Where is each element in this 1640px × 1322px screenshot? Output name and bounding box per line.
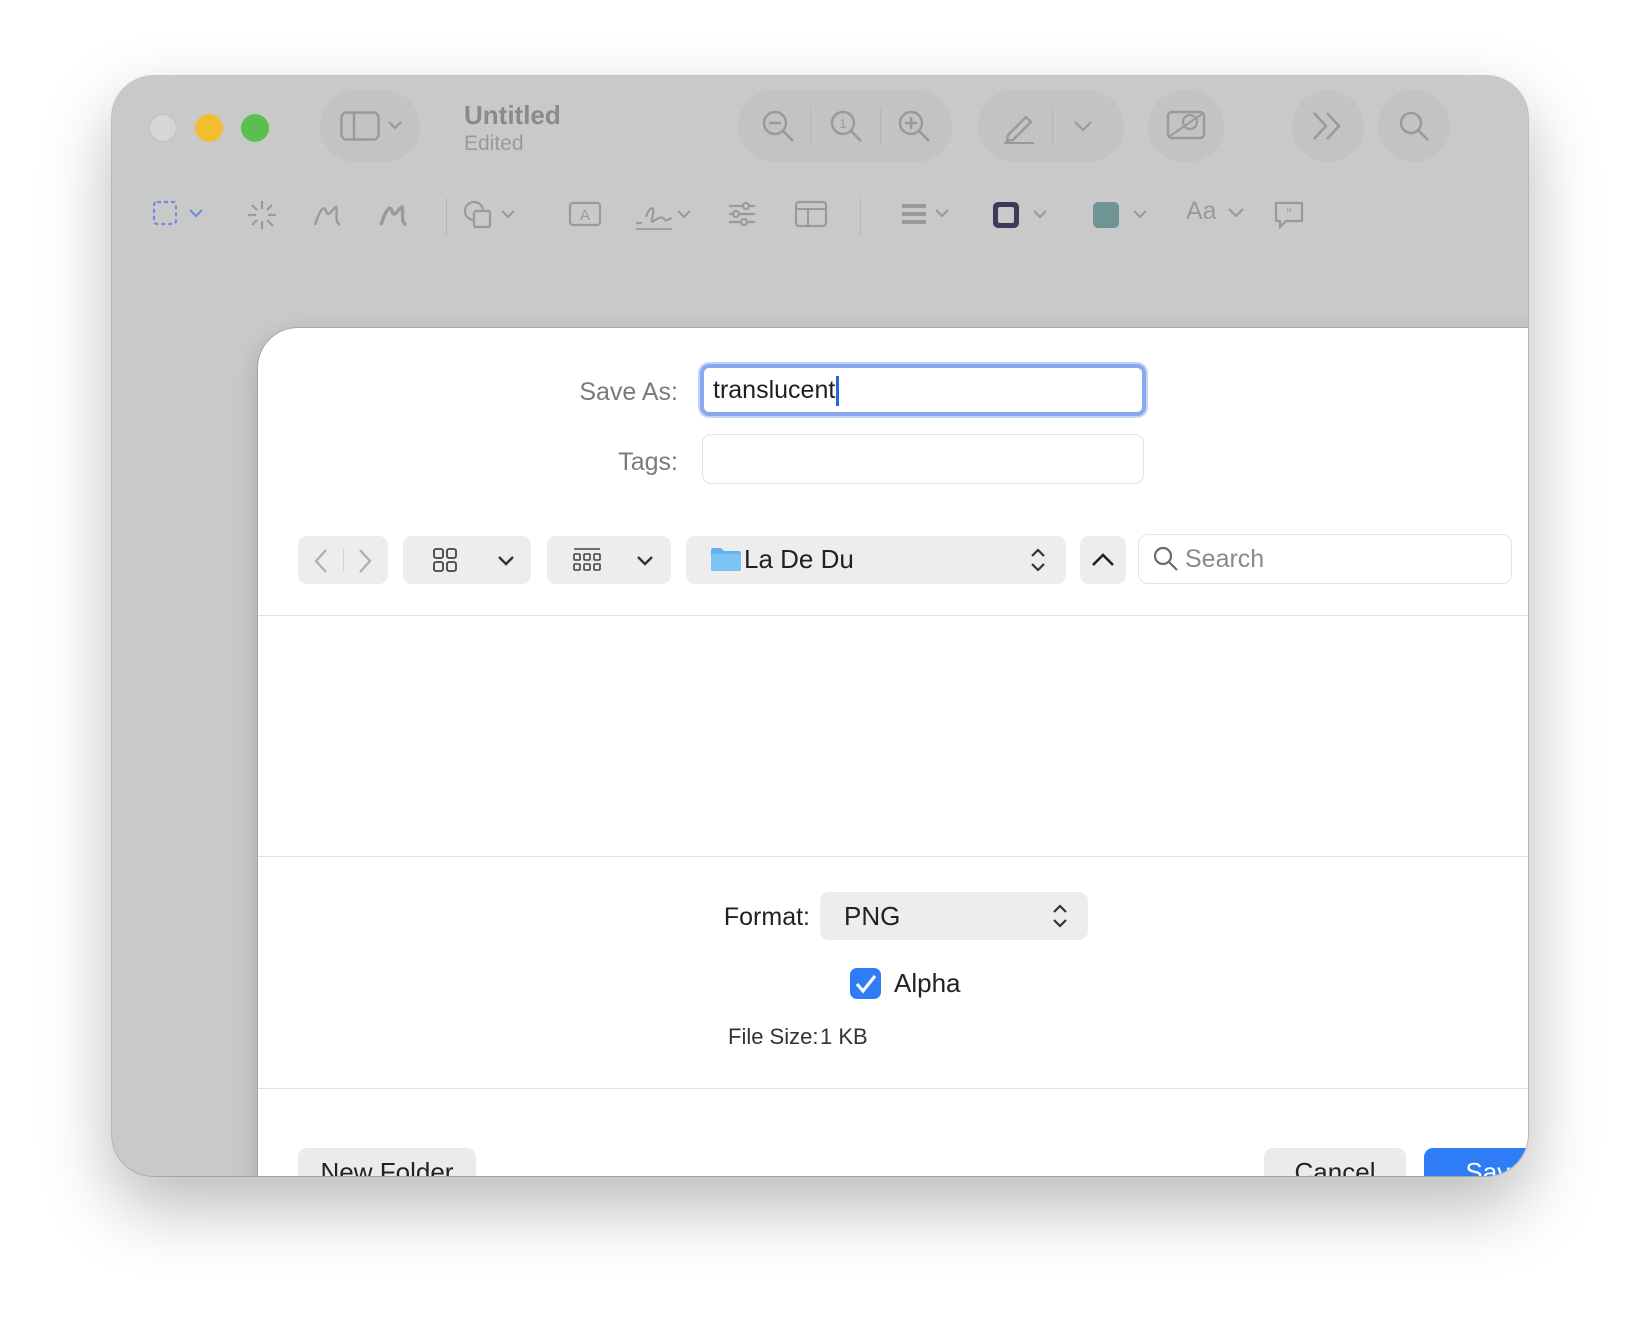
- icon-view-icon: [433, 548, 457, 572]
- rect-select-icon[interactable]: [152, 199, 210, 229]
- zoom-in-icon[interactable]: [896, 108, 932, 144]
- zoom-out-icon[interactable]: [760, 108, 796, 144]
- sidebar-toggle-button[interactable]: [320, 90, 420, 162]
- search-placeholder: Search: [1185, 545, 1265, 573]
- search-icon: [1153, 546, 1179, 572]
- crop-icon: [1166, 108, 1206, 142]
- collapse-button[interactable]: [1080, 536, 1126, 584]
- save-sheet: Save As: translucent Tags: La De Du Sear…: [258, 328, 1528, 1176]
- chevron-down-icon: [498, 555, 514, 566]
- location-label: La De Du: [744, 544, 854, 574]
- location-popup[interactable]: La De Du: [686, 536, 1066, 584]
- zoom-button[interactable]: [241, 114, 269, 142]
- search-icon: [1398, 110, 1430, 142]
- updown-chevron-icon: [1030, 547, 1046, 573]
- signature-icon[interactable]: [632, 199, 694, 233]
- search-button[interactable]: [1378, 90, 1450, 162]
- cancel-button[interactable]: Cancel: [1264, 1148, 1406, 1176]
- chevron-down-icon[interactable]: [1074, 120, 1092, 132]
- tags-label: Tags:: [618, 448, 678, 476]
- markup-toggle: [978, 90, 1124, 162]
- updown-chevron-icon: [1052, 903, 1068, 929]
- divider: [258, 1088, 1528, 1089]
- sketch-icon[interactable]: [312, 199, 344, 231]
- chevron-down-icon: [388, 120, 402, 130]
- svg-text:1: 1: [839, 116, 846, 131]
- title-bar: Untitled Edited 1 A Aa ": [112, 76, 1528, 252]
- window-title: Untitled: [464, 100, 561, 130]
- group-by-button[interactable]: [547, 536, 671, 584]
- format-label: Format:: [723, 903, 810, 931]
- minimize-button[interactable]: [195, 114, 223, 142]
- more-icon: [1310, 110, 1344, 142]
- adjust-color-icon[interactable]: [726, 199, 758, 229]
- group-icon: [573, 547, 601, 573]
- file-size-label: File Size:: [728, 1024, 819, 1049]
- file-size-value: 1 KB: [820, 1024, 868, 1049]
- markup-pen-icon[interactable]: [1000, 107, 1038, 145]
- more-button[interactable]: [1292, 90, 1364, 162]
- text-style-label: Aa: [1186, 197, 1217, 225]
- alpha-label: Alpha: [894, 968, 961, 998]
- back-icon[interactable]: [312, 548, 330, 574]
- file-browser-area[interactable]: [258, 616, 1528, 856]
- text-caret: [836, 376, 840, 407]
- text-style-icon[interactable]: Aa: [1186, 197, 1244, 226]
- draw-icon[interactable]: [378, 199, 410, 231]
- zoom-controls: 1: [738, 90, 952, 162]
- window-subtitle: Edited: [464, 132, 524, 155]
- search-field[interactable]: Search: [1138, 534, 1512, 584]
- border-color-icon[interactable]: [990, 199, 1052, 231]
- preview-window: Untitled Edited 1 A Aa " Save As: transl…: [112, 76, 1528, 1176]
- sidebar-icon: [340, 111, 380, 141]
- alpha-checkbox[interactable]: [850, 968, 881, 999]
- instant-alpha-icon[interactable]: [246, 199, 278, 231]
- page-layout-icon[interactable]: [794, 199, 828, 229]
- chevron-down-icon: [637, 555, 653, 566]
- fill-color-icon[interactable]: [1090, 199, 1152, 231]
- forward-icon[interactable]: [356, 548, 374, 574]
- crop-button[interactable]: [1148, 90, 1224, 162]
- back-forward-control: [298, 536, 388, 584]
- actual-size-icon[interactable]: 1: [828, 108, 864, 144]
- save-as-label: Save As:: [579, 378, 678, 406]
- folder-icon: [710, 546, 742, 572]
- format-value: PNG: [844, 901, 901, 931]
- new-folder-button[interactable]: New Folder: [298, 1148, 476, 1176]
- divider: [258, 856, 1528, 857]
- text-box-icon[interactable]: A: [568, 199, 602, 229]
- svg-text:A: A: [580, 207, 590, 224]
- shapes-icon[interactable]: [462, 199, 520, 231]
- save-as-value: translucent: [713, 376, 836, 404]
- format-popup[interactable]: PNG: [820, 892, 1088, 940]
- tags-field[interactable]: [702, 434, 1144, 484]
- note-icon[interactable]: ": [1272, 199, 1306, 231]
- view-mode-button[interactable]: [403, 536, 531, 584]
- line-style-icon[interactable]: [900, 199, 954, 229]
- svg-text:": ": [1287, 205, 1292, 221]
- save-button[interactable]: Save: [1424, 1148, 1528, 1176]
- chevron-up-icon: [1091, 552, 1115, 568]
- close-button[interactable]: [149, 114, 177, 142]
- save-as-field[interactable]: translucent: [700, 364, 1146, 416]
